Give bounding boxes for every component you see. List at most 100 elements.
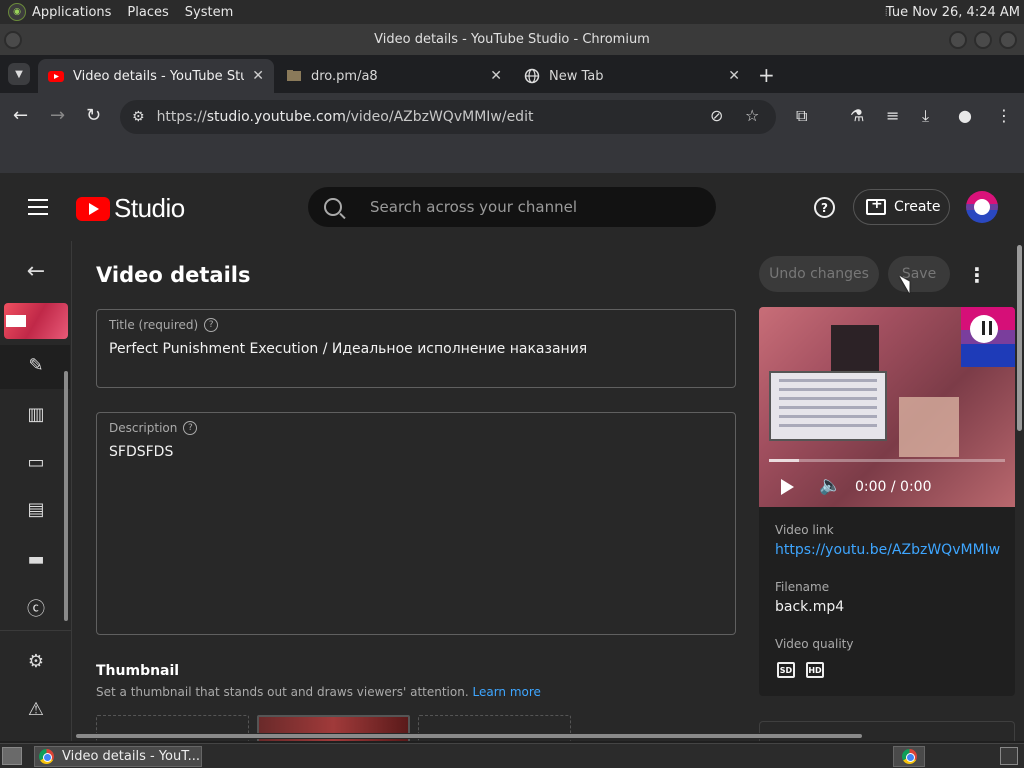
tray-chromium-icon[interactable] [893,746,925,767]
eye-off-icon[interactable]: ⊘ [710,106,723,125]
tab-dro-pm[interactable]: dro.pm/a8 ✕ [276,59,512,93]
close-tab-icon[interactable]: ✕ [728,68,740,84]
description-label: Description? [109,421,198,435]
media-queue-icon[interactable]: ≡ [886,106,899,125]
address-bar[interactable]: ⚙ https://studio.youtube.com/video/AZbzW… [120,100,776,134]
page-vertical-scrollbar[interactable] [1016,241,1024,741]
forward-arrow-icon[interactable]: → [50,105,65,126]
video-thumbnail-mini[interactable] [4,303,68,339]
video-scene-monitor [769,371,887,441]
video-scene-chair [899,397,959,457]
back-to-content-icon[interactable]: ← [24,259,48,284]
avatar[interactable] [966,191,998,223]
menu-system[interactable]: System [185,5,233,20]
filename-label: Filename [775,580,830,594]
video-time: 0:00 / 0:00 [855,479,932,495]
video-link-label: Video link [775,523,834,537]
close-tab-icon[interactable]: ✕ [252,68,264,84]
menu-applications[interactable]: Applications [32,5,111,20]
create-button[interactable]: Create [853,189,950,225]
video-scene-dark [831,325,879,375]
hamburger-menu-icon[interactable] [28,199,48,220]
channel-search[interactable] [308,187,716,227]
page-horizontal-scrollbar[interactable] [76,733,1010,739]
studio-brand-text: Studio [114,193,185,223]
video-progress-bar[interactable] [769,459,1005,462]
learn-more-link[interactable]: Learn more [472,685,540,699]
window-menu-button[interactable] [4,30,22,49]
search-input[interactable] [370,198,690,216]
workspace-switcher-icon[interactable] [1000,747,1018,765]
chromium-icon [39,749,54,764]
nav-divider [0,630,72,631]
studio-header: Studio ? Create [0,173,1024,241]
os-top-panel: ◉ Applications Places System ⁞ Tue Nov 2… [0,0,1024,24]
filename-value: back.mp4 [775,599,845,615]
tab-new-tab[interactable]: New Tab ✕ [514,59,750,93]
description-field[interactable]: Description? SFDSFDS [96,412,736,635]
help-circle-icon[interactable]: ? [204,318,219,332]
pencil-edit-icon[interactable]: ✎ [24,355,48,376]
close-window-button[interactable] [999,30,1017,49]
menu-places[interactable]: Places [127,5,168,20]
editor-clapper-icon[interactable]: ▭ [24,452,48,473]
back-arrow-icon[interactable]: ← [13,105,28,126]
video-details-main: Video details Undo changes Save ⋮ Title … [72,241,1016,741]
studio-logo[interactable]: Studio [76,193,185,224]
feedback-icon[interactable]: ⚠ [24,699,48,720]
chromium-icon [901,749,917,764]
description-input[interactable]: SFDSFDS [109,444,173,460]
analytics-icon[interactable]: ▥ [24,404,48,425]
new-tab-plus-icon[interactable]: + [758,63,775,87]
maximize-button[interactable] [974,30,992,49]
url-text[interactable]: https://studio.youtube.com/video/AZbzWQv… [157,109,534,125]
nav-scrollbar[interactable] [64,371,68,621]
site-info-icon[interactable]: ⚙ [132,109,145,125]
tab-search-chevron-icon[interactable]: ▼ [8,63,30,85]
clock[interactable]: Tue Nov 26, 4:24 AM [886,5,1020,20]
video-link[interactable]: https://youtu.be/AZbzWQvMMIw [775,542,1000,558]
subtitles-icon[interactable]: ▬ [24,549,48,570]
reload-icon[interactable]: ↻ [86,105,101,126]
video-scene-flag [961,307,1015,367]
copyright-icon[interactable]: ⓒ [24,595,48,621]
distro-logo-icon[interactable]: ◉ [8,3,26,21]
youtube-play-icon [76,196,110,221]
profile-icon[interactable]: ● [958,106,972,125]
browser-toolbar: ← → ↻ ⚙ https://studio.youtube.com/video… [0,93,1024,141]
window-titlebar[interactable]: Video details - YouTube Studio - Chromiu… [0,24,1024,55]
more-options-icon[interactable]: ⋮ [967,263,987,287]
minimize-button[interactable] [949,30,967,49]
bookmark-area [0,141,1024,173]
settings-gear-icon[interactable]: ⚙ [24,651,48,672]
thumbnail-subtitle: Set a thumbnail that stands out and draw… [96,685,541,699]
help-icon[interactable]: ? [814,197,835,218]
sd-badge-icon: SD [777,662,795,678]
star-icon[interactable]: ☆ [745,106,759,125]
browser-menu-icon[interactable]: ⋮ [996,106,1012,125]
tab-video-details[interactable]: Video details - YouTube Stud ✕ [38,59,274,93]
close-tab-icon[interactable]: ✕ [490,68,502,84]
labs-flask-icon[interactable]: ⚗ [850,106,864,125]
taskbar-item-label: Video details - YouT... [62,749,201,764]
taskbar-chromium-window[interactable]: Video details - YouT... [34,746,202,767]
window-title: Video details - YouTube Studio - Chromiu… [374,32,650,47]
play-icon[interactable] [781,479,794,495]
title-field[interactable]: Title (required)? Perfect Punishment Exe… [96,309,736,388]
volume-icon[interactable]: 🔈 [819,475,841,496]
os-taskbar: Video details - YouT... [0,743,1024,768]
pause-icon [982,321,992,335]
tab-label: New Tab [549,68,604,84]
show-desktop-icon[interactable] [2,747,22,765]
video-player[interactable]: 🔈 0:00 / 0:00 [759,307,1015,507]
title-input[interactable]: Perfect Punishment Execution / Идеальное… [109,341,587,357]
undo-changes-button[interactable]: Undo changes [759,256,879,292]
extensions-icon[interactable]: ⧉ [796,106,807,126]
help-circle-icon[interactable]: ? [183,421,198,435]
search-icon [324,198,342,216]
video-quality-label: Video quality [775,637,854,651]
download-icon[interactable]: ⤓ [922,106,929,126]
hd-badge-icon: HD [806,662,824,678]
comments-icon[interactable]: ▤ [24,499,48,520]
save-button[interactable]: Save [888,256,950,292]
